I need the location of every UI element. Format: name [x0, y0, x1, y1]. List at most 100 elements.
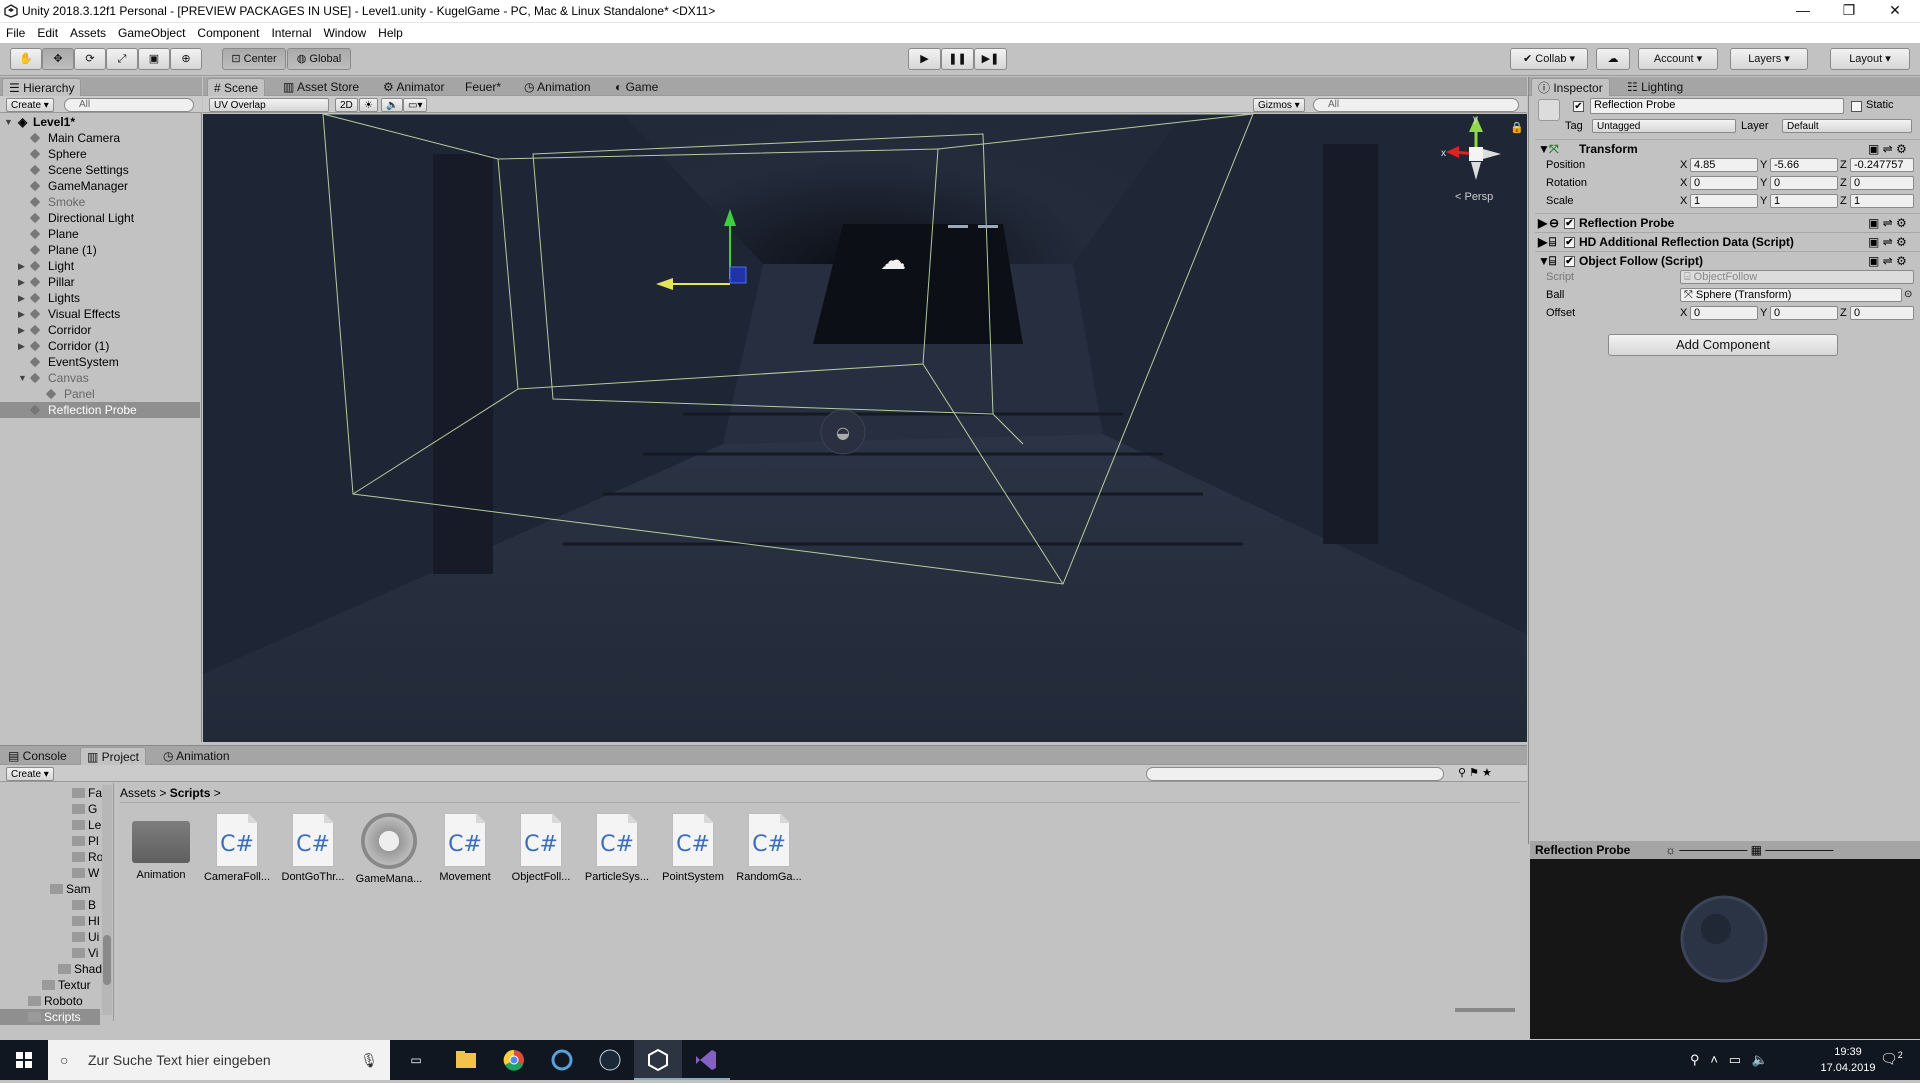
task-view-icon[interactable]: ▭ [392, 1040, 440, 1080]
scale-tool-button[interactable]: ⤢ [106, 48, 138, 70]
axis-label[interactable]: X [1680, 193, 1687, 209]
rotation-x-field[interactable]: 0 [1690, 176, 1758, 190]
taskbar-search[interactable]: ○ Zur Suche Text hier eingeben 🎙 [48, 1040, 390, 1080]
hierarchy-item[interactable]: EventSystem [0, 354, 200, 370]
hand-tool-button[interactable]: ✋ [10, 48, 42, 70]
preview-area[interactable] [1530, 859, 1920, 1039]
hierarchy-item[interactable]: ▶ Pillar [0, 274, 200, 290]
position-z-field[interactable]: -0.247757 [1850, 158, 1914, 172]
tab-game[interactable]: ◐ Game [609, 78, 664, 96]
tab-animation[interactable]: ◷ Animation [518, 78, 597, 96]
expand-arrow-icon[interactable]: ▶ [18, 290, 25, 306]
hierarchy-search[interactable]: All [64, 98, 194, 112]
collab-button[interactable]: ✔ Collab ▾ [1510, 48, 1588, 70]
pivot-center-button[interactable]: ⊡ Center [222, 48, 286, 70]
hierarchy-item[interactable]: ▶ Lights [0, 290, 200, 306]
asset-item[interactable]: C# RandomGa... [734, 813, 804, 883]
audio-toggle[interactable]: 🔈 [381, 98, 404, 112]
folder-tree-item[interactable]: Ui [72, 929, 99, 945]
system-tray-icons[interactable]: ⚲ ˄ ▭ 🔈 [1690, 1052, 1768, 1068]
menu-gameobject[interactable]: GameObject [112, 23, 191, 43]
folder-tree-item[interactable]: Roboto [28, 993, 83, 1009]
tab-inspector[interactable]: ⓘ Inspector [1531, 78, 1610, 96]
position-y-field[interactable]: -5.66 [1770, 158, 1838, 172]
rect-tool-button[interactable]: ▣ [138, 48, 170, 70]
layer-dropdown[interactable]: Default [1782, 119, 1912, 133]
close-button[interactable]: ✕ [1872, 0, 1918, 23]
folder-tree-item[interactable]: Scripts [0, 1009, 100, 1025]
tab-animation-bottom[interactable]: ◷ Animation [157, 747, 236, 765]
object-name-field[interactable]: Reflection Probe [1590, 98, 1844, 114]
folder-tree-item[interactable]: Shad [58, 961, 102, 977]
hierarchy-item[interactable]: Main Camera [0, 130, 200, 146]
cloud-button[interactable]: ☁ [1596, 48, 1630, 70]
asset-item[interactable]: C# DontGoThr... [278, 813, 348, 883]
axis-label[interactable]: Z [1840, 175, 1847, 191]
hierarchy-item[interactable]: Scene Settings [0, 162, 200, 178]
asset-item[interactable]: C# PointSystem [658, 813, 728, 883]
project-create-button[interactable]: Create ▾ [6, 767, 54, 781]
tab-project[interactable]: ▥ Project [80, 747, 147, 765]
gameobject-icon[interactable] [1538, 99, 1560, 121]
menu-assets[interactable]: Assets [64, 23, 112, 43]
tag-dropdown[interactable]: Untagged [1592, 119, 1736, 133]
component-help-icon[interactable]: ▣ ⇌ ⚙ [1868, 233, 1907, 252]
hierarchy-item[interactable]: Plane (1) [0, 242, 200, 258]
persp-label[interactable]: < Persp [1455, 191, 1493, 203]
expand-arrow-icon[interactable]: ▶ [1538, 233, 1547, 252]
gizmos-dropdown[interactable]: Gizmos ▾ [1253, 98, 1305, 112]
component-enabled-checkbox[interactable]: ✔ [1564, 218, 1575, 229]
step-button[interactable]: ▶❚ [974, 48, 1007, 70]
folder-tree-item[interactable]: Vi [72, 945, 98, 961]
folder-tree-item[interactable]: Le [72, 817, 101, 833]
expand-arrow-icon[interactable]: ▶ [18, 338, 25, 354]
space-global-button[interactable]: ◍ Global [287, 48, 351, 70]
zoom-slider[interactable] [1455, 1008, 1515, 1012]
add-component-button[interactable]: Add Component [1608, 334, 1838, 356]
hierarchy-item[interactable]: ▼ Canvas [0, 370, 200, 386]
tab-animator[interactable]: ⚙ Animator [377, 78, 450, 96]
menu-help[interactable]: Help [372, 23, 409, 43]
asset-item[interactable]: Animation [126, 813, 196, 881]
asset-item[interactable]: C# CameraFoll... [202, 813, 272, 883]
asset-item[interactable]: C# ParticleSys... [582, 813, 652, 883]
breadcrumb-assets[interactable]: Assets [120, 786, 156, 800]
hierarchy-item[interactable]: Panel [0, 386, 200, 402]
expand-arrow-icon[interactable]: ▶ [18, 306, 25, 322]
hierarchy-item[interactable]: Reflection Probe [0, 402, 200, 418]
asset-item[interactable]: C# Movement [430, 813, 500, 883]
draw-mode-dropdown[interactable]: UV Overlap [209, 98, 329, 112]
layers-button[interactable]: Layers ▾ [1730, 48, 1808, 70]
axis-label[interactable]: X [1680, 157, 1687, 173]
maximize-button[interactable]: ❐ [1826, 0, 1872, 23]
steam-icon[interactable] [586, 1040, 634, 1080]
folder-tree-item[interactable]: HI [72, 913, 100, 929]
folder-tree-item[interactable]: Pl [72, 833, 99, 849]
component-enabled-checkbox[interactable]: ✔ [1564, 237, 1575, 248]
effects-dropdown[interactable]: ▭▾ [403, 98, 428, 112]
scale-y-field[interactable]: 1 [1770, 194, 1838, 208]
move-tool-button[interactable]: ✥ [42, 48, 74, 70]
account-button[interactable]: Account ▾ [1638, 48, 1718, 70]
hierarchy-item[interactable]: Smoke [0, 194, 200, 210]
hierarchy-item[interactable]: ▶ Light [0, 258, 200, 274]
axis-label[interactable]: Z [1840, 193, 1847, 209]
axis-y-label[interactable]: Y [1760, 305, 1767, 321]
pause-button[interactable]: ❚❚ [941, 48, 974, 70]
expand-arrow-icon[interactable]: ▶ [18, 322, 25, 338]
mode-2d-button[interactable]: 2D [335, 98, 358, 112]
filter-icons[interactable]: ⚲ ⚑ ★ [1458, 766, 1492, 779]
hierarchy-item[interactable]: Sphere [0, 146, 200, 162]
tree-scrollbar[interactable] [102, 785, 112, 1015]
tab-hierarchy[interactable]: ☰ Hierarchy [2, 78, 82, 96]
layout-button[interactable]: Layout ▾ [1830, 48, 1910, 70]
object-follow-header[interactable]: ▼ ⌸ ✔ Object Follow (Script) ▣ ⇌ ⚙ [1535, 251, 1920, 270]
menu-edit[interactable]: Edit [31, 23, 64, 43]
axis-label[interactable]: X [1680, 175, 1687, 191]
collapse-arrow-icon[interactable]: ▼ [4, 114, 13, 130]
folder-tree-item[interactable]: Sam [50, 881, 91, 897]
menu-internal[interactable]: Internal [265, 23, 317, 43]
axis-label[interactable]: Z [1840, 157, 1847, 173]
notification-icon[interactable]: 🗨2 [1880, 1050, 1903, 1068]
scale-z-field[interactable]: 1 [1850, 194, 1914, 208]
